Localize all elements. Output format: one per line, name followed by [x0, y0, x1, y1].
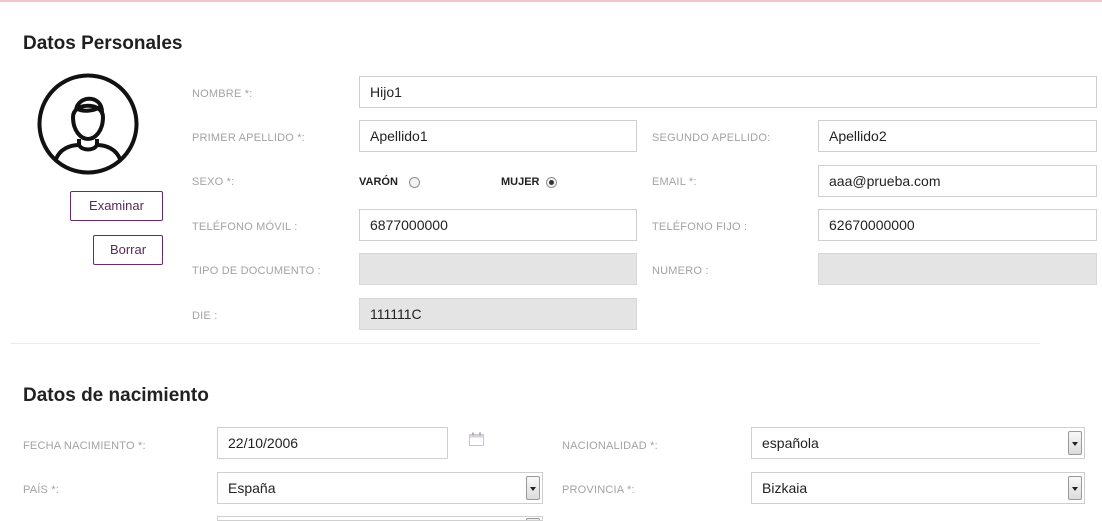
radio-mujer-label: MUJER — [501, 176, 540, 188]
examinar-button[interactable]: Examinar — [70, 191, 163, 221]
nombre-label: NOMBRE *: — [192, 88, 253, 100]
pais-select[interactable]: España — [217, 472, 543, 504]
telefono-fijo-input[interactable]: 62670000000 — [818, 209, 1097, 241]
die-input: 111111C — [359, 298, 637, 330]
top-rule — [0, 0, 1102, 2]
provincia-select[interactable]: Bizkaia — [751, 472, 1085, 504]
segundo-apellido-input[interactable]: Apellido2 — [818, 120, 1097, 152]
primer-apellido-input[interactable]: Apellido1 — [359, 120, 637, 152]
numero-input — [818, 253, 1097, 285]
chevron-down-icon[interactable] — [1068, 431, 1082, 455]
telefono-fijo-label: TELÉFONO FIJO : — [652, 221, 748, 233]
section-divider — [10, 343, 1040, 344]
radio-varon[interactable] — [409, 177, 420, 188]
nacionalidad-select[interactable]: española — [751, 427, 1085, 459]
provincia-label: PROVINCIA *: — [562, 484, 635, 496]
borrar-button[interactable]: Borrar — [93, 235, 163, 265]
section-title-personal: Datos Personales — [23, 33, 183, 54]
nacionalidad-label: NACIONALIDAD *: — [562, 440, 658, 452]
fecha-nacimiento-input[interactable]: 22/10/2006 — [217, 427, 448, 459]
nombre-input[interactable]: Hijo1 — [359, 76, 1097, 108]
fecha-nacimiento-label: FECHA NACIMIENTO *: — [23, 440, 146, 452]
pais-label: PAÍS *: — [23, 484, 60, 496]
next-row-select[interactable] — [217, 516, 543, 521]
primer-apellido-label: PRIMER APELLIDO *: — [192, 132, 306, 144]
radio-varon-label: VARÓN — [359, 176, 398, 188]
telefono-movil-input[interactable]: 6877000000 — [359, 209, 637, 241]
segundo-apellido-label: SEGUNDO APELLIDO: — [652, 132, 771, 144]
telefono-movil-label: TELÉFONO MÓVIL : — [192, 221, 298, 233]
user-avatar-icon — [37, 73, 139, 175]
section-title-birth: Datos de nacimiento — [23, 385, 209, 406]
sexo-label: SEXO *: — [192, 176, 235, 188]
email-input[interactable]: aaa@prueba.com — [818, 165, 1097, 197]
email-label: EMAIL *: — [652, 176, 697, 188]
tipo-documento-input — [359, 253, 637, 285]
provincia-value: Bizkaia — [762, 480, 808, 496]
pais-value: España — [228, 480, 276, 496]
nacionalidad-value: española — [762, 435, 819, 451]
chevron-down-icon[interactable] — [526, 476, 540, 500]
die-label: DIE : — [192, 310, 218, 322]
chevron-down-icon[interactable] — [1068, 476, 1082, 500]
calendar-icon[interactable] — [469, 432, 484, 446]
numero-label: NUMERO : — [652, 265, 709, 277]
tipo-documento-label: TIPO DE DOCUMENTO : — [192, 265, 321, 277]
radio-mujer[interactable] — [546, 177, 557, 188]
